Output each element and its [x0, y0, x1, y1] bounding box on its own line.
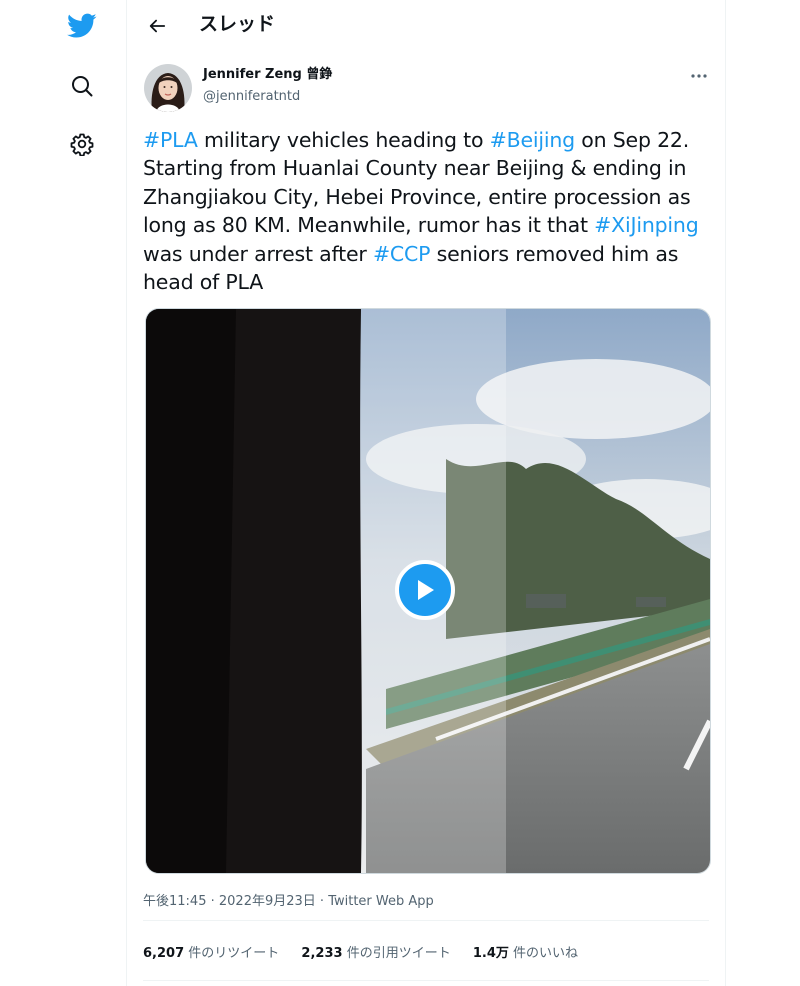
- gear-icon[interactable]: [64, 126, 100, 162]
- arrow-left-icon: [149, 19, 166, 33]
- like-count[interactable]: 1.4万 件のいいね: [473, 946, 578, 961]
- tweet-text-segment: head of PLA: [143, 270, 264, 295]
- hashtag-link[interactable]: #Beijing: [490, 128, 576, 152]
- tweet-text: #PLA military vehicles heading to #Beiji…: [143, 126, 715, 296]
- author-name[interactable]: Jennifer Zeng 曾錚: [203, 66, 332, 84]
- thread-header: スレッド: [127, 0, 725, 50]
- tweet-time[interactable]: 午後11:45: [143, 894, 206, 909]
- tweet-text-segment: Zhangjiakou City, Hebei Province, entire…: [143, 184, 691, 209]
- tweet-text-segment: was under arrest after: [143, 241, 373, 266]
- tweet-text-line: head of PLA: [143, 268, 715, 296]
- play-button[interactable]: [395, 560, 455, 620]
- avatar[interactable]: [144, 64, 192, 112]
- left-navigation: [0, 0, 126, 986]
- search-icon[interactable]: [64, 68, 100, 104]
- tweet-text-segment: seniors removed him as: [430, 241, 679, 266]
- video-player[interactable]: [145, 308, 711, 874]
- more-dots-icon: [691, 74, 707, 78]
- play-icon: [418, 580, 434, 600]
- tweet-text-line: Starting from Huanlai County near Beijin…: [143, 154, 715, 182]
- tweet-text-segment: long as 80 KM. Meanwhile, rumor has it t…: [143, 213, 595, 238]
- hashtag-link[interactable]: #XiJinping: [594, 213, 699, 237]
- back-button[interactable]: [141, 10, 173, 42]
- hashtag-link[interactable]: #PLA: [143, 128, 198, 152]
- more-options-button[interactable]: [685, 66, 713, 86]
- retweet-count[interactable]: 6,207 件のリツイート: [143, 946, 279, 961]
- tweet-text-line: was under arrest after #CCP seniors remo…: [143, 240, 715, 268]
- tweet-text-line: #PLA military vehicles heading to #Beiji…: [143, 126, 715, 154]
- tweet-text-line: Zhangjiakou City, Hebei Province, entire…: [143, 183, 715, 211]
- tweet-meta: 午後11:45 · 2022年9月23日 · Twitter Web App: [143, 894, 434, 909]
- hashtag-link[interactable]: #CCP: [373, 242, 431, 266]
- main-column: スレッド Jennifer Zeng 曾錚 @jenniferatntd #PL…: [126, 0, 726, 986]
- divider: [143, 920, 709, 921]
- tweet-date[interactable]: 2022年9月23日: [219, 894, 316, 909]
- tweet-stats: 6,207 件のリツイート 2,233 件の引用ツイート 1.4万 件のいいね: [143, 942, 596, 961]
- quote-tweet-count[interactable]: 2,233 件の引用ツイート: [301, 946, 450, 961]
- tweet-text-line: long as 80 KM. Meanwhile, rumor has it t…: [143, 211, 715, 239]
- twitter-logo-icon[interactable]: [64, 8, 100, 44]
- tweet-text-segment: on Sep 22.: [574, 128, 690, 152]
- page-title: スレッド: [199, 13, 276, 35]
- divider: [143, 980, 709, 981]
- tweet-text-segment: military vehicles heading to: [197, 128, 490, 152]
- tweet-text-segment: Starting from Huanlai County near Beijin…: [143, 156, 687, 181]
- author-handle[interactable]: @jenniferatntd: [203, 88, 300, 106]
- tweet-source[interactable]: Twitter Web App: [328, 894, 434, 909]
